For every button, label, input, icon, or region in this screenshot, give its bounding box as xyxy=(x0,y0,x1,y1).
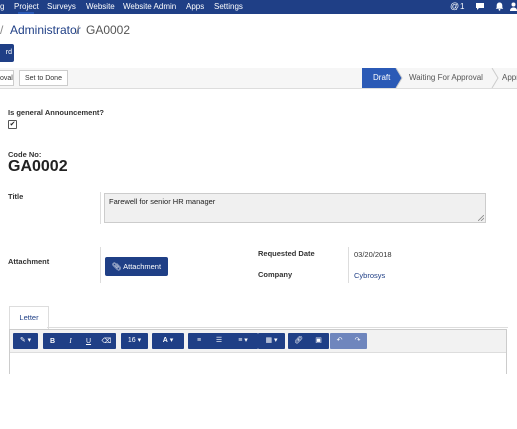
resize-handle-icon[interactable] xyxy=(478,215,484,221)
status-bar: oval Set to Done Draft Waiting For Appro… xyxy=(0,68,517,89)
italic-icon[interactable]: I xyxy=(62,333,80,349)
notification-count: 1 xyxy=(460,2,465,11)
code-no-value: GA0002 xyxy=(8,158,68,175)
general-announcement-label: Is general Announcement? xyxy=(8,108,104,117)
company-link[interactable]: Cybrosys xyxy=(354,271,385,280)
chevron-down-icon: ▾ xyxy=(167,337,174,344)
at-mention-icon[interactable]: @ xyxy=(450,1,459,11)
requested-date-value[interactable]: 03/20/2018 xyxy=(354,250,392,259)
bell-icon[interactable] xyxy=(495,2,504,11)
paragraph-button-group: ≡ ☰ ≡ ▾ xyxy=(188,333,258,349)
redo-icon[interactable]: ↷ xyxy=(349,333,367,349)
paperclip-icon: 📎︎ xyxy=(111,262,122,271)
chevron-down-icon: ▾ xyxy=(25,337,32,344)
menu-item-partial[interactable]: g xyxy=(0,2,4,11)
breadcrumb-separator: / xyxy=(0,23,4,37)
link-icon[interactable]: 🔗︎ xyxy=(289,333,309,349)
company-label: Company xyxy=(258,270,293,279)
align-dropdown-icon[interactable]: ≡ ▾ xyxy=(229,333,257,349)
title-value: Farewell for senior HR manager xyxy=(109,197,216,206)
control-panel: / Administrator / GA0002 rd xyxy=(0,14,517,69)
breadcrumb-parent[interactable]: Administrator xyxy=(10,23,81,37)
font-size-value: 16 xyxy=(127,337,136,344)
requested-date-label: Requested Date xyxy=(258,249,315,258)
editor-toolbar: ✎ ▾ B I U ⌫ 16 ▾ A ▾ ≡ ☰ ≡ ▾ ▦ ▾ 🔗︎ ▣ ↶ ↷ xyxy=(10,330,506,353)
attachment-label: Attachment xyxy=(8,257,50,266)
stage-approved[interactable]: Appr xyxy=(502,68,517,88)
user-icon[interactable] xyxy=(510,2,517,11)
field-divider xyxy=(100,247,101,283)
image-icon[interactable]: ▣ xyxy=(309,333,329,349)
top-menu-bar: g Project Surveys Website Website Admin … xyxy=(0,0,517,22)
menu-item-surveys[interactable]: Surveys xyxy=(47,2,76,11)
title-textarea[interactable]: Farewell for senior HR manager xyxy=(104,193,486,223)
font-size-dropdown[interactable]: 16 ▾ xyxy=(121,333,148,349)
stage-waiting-for-approval[interactable]: Waiting For Approval xyxy=(409,68,483,88)
menu-item-apps[interactable]: Apps xyxy=(186,2,204,11)
chevron-down-icon: ▾ xyxy=(135,337,142,344)
chat-icon[interactable] xyxy=(475,2,485,11)
field-divider xyxy=(100,192,101,224)
ordered-list-icon[interactable]: ☰ xyxy=(209,333,229,349)
eraser-icon[interactable]: ⌫ xyxy=(98,334,116,350)
style-dropdown[interactable]: ✎ ▾ xyxy=(13,333,38,349)
menu-item-website[interactable]: Website xyxy=(86,2,115,11)
stage-draft[interactable]: Draft xyxy=(373,68,390,88)
approval-button[interactable]: oval xyxy=(0,70,14,86)
breadcrumb-separator: / xyxy=(76,23,80,37)
unordered-list-icon[interactable]: ≡ xyxy=(189,333,209,349)
format-button-group: B I U ⌫ xyxy=(43,333,116,349)
letter-editor[interactable]: ✎ ▾ B I U ⌫ 16 ▾ A ▾ ≡ ☰ ≡ ▾ ▦ ▾ 🔗︎ ▣ ↶ ↷ xyxy=(9,329,507,374)
set-to-done-button[interactable]: Set to Done xyxy=(19,70,68,86)
attachment-button[interactable]: 📎︎ Attachment xyxy=(105,257,168,276)
undo-icon[interactable]: ↶ xyxy=(331,333,349,349)
breadcrumb-current: GA0002 xyxy=(86,23,131,37)
menu-item-settings[interactable]: Settings xyxy=(214,2,243,11)
menu-item-website-admin[interactable]: Website Admin xyxy=(123,2,176,11)
table-dropdown[interactable]: ▦ ▾ xyxy=(258,333,285,349)
menu-item-project[interactable]: Project xyxy=(14,2,39,11)
font-color-dropdown[interactable]: A ▾ xyxy=(152,333,184,349)
tab-letter[interactable]: Letter xyxy=(9,306,49,329)
history-button-group: ↶ ↷ xyxy=(330,333,367,349)
general-announcement-checkbox[interactable]: ✔ xyxy=(8,120,17,129)
field-divider xyxy=(348,247,349,283)
chevron-down-icon: ▾ xyxy=(272,337,278,344)
attachment-button-label: Attachment xyxy=(123,262,162,271)
tab-underline xyxy=(47,327,508,328)
bold-icon[interactable]: B xyxy=(44,334,62,350)
insert-button-group: 🔗︎ ▣ xyxy=(288,333,329,349)
title-label: Title xyxy=(8,192,24,201)
create-button[interactable]: rd xyxy=(0,44,14,62)
underline-icon[interactable]: U xyxy=(80,334,98,350)
